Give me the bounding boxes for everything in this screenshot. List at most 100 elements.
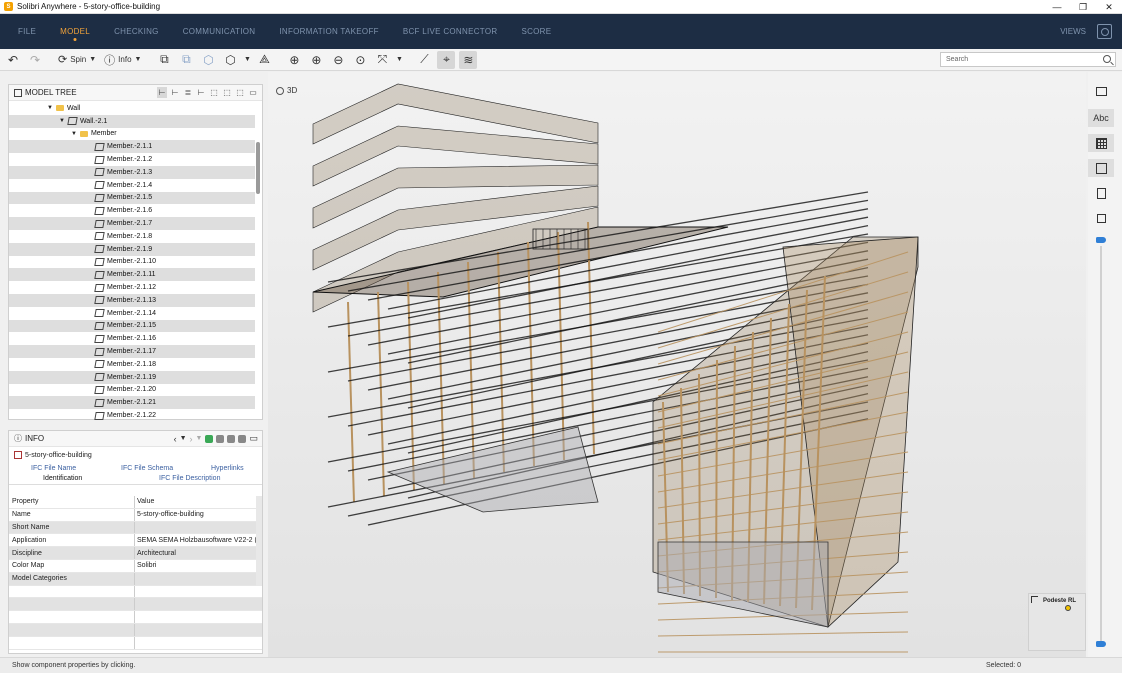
tree-item[interactable]: Member.-2.1.6	[9, 204, 255, 217]
chevron-right-icon[interactable]: ›	[190, 434, 193, 444]
tree-item[interactable]: Member.-2.1.21	[9, 396, 255, 410]
table-row[interactable]	[9, 623, 262, 637]
tree-item[interactable]: Member.-2.1.12	[9, 281, 255, 294]
chevron-left-icon[interactable]: ‹	[174, 434, 177, 444]
slider-bottom-handle[interactable]	[1096, 641, 1106, 647]
tree-item[interactable]: Member.-2.1.18	[9, 358, 255, 371]
table-row[interactable]: Color Map Solibri	[9, 559, 262, 573]
zoom-selected-icon[interactable]: ⊕	[285, 51, 303, 69]
search-input[interactable]: Search	[940, 52, 1116, 67]
menu-score[interactable]: SCORE	[509, 14, 563, 49]
tree-scrollbar[interactable]	[256, 102, 260, 420]
tree-item[interactable]: Member.-2.1.22	[9, 409, 255, 420]
zoom-out-icon[interactable]: ⊖	[329, 51, 347, 69]
measure-icon[interactable]: ⟋	[415, 51, 433, 69]
menu-information-takeoff[interactable]: INFORMATION TAKEOFF	[267, 14, 390, 49]
views-menu[interactable]: VIEWS	[1060, 14, 1086, 49]
restore-icon[interactable]: ❐	[1070, 0, 1096, 14]
tree-item[interactable]: Member.-2.1.7	[9, 217, 255, 230]
table-row[interactable]	[9, 585, 262, 599]
expand-arrow-icon[interactable]: ▼	[71, 131, 77, 137]
export-icon[interactable]	[227, 434, 236, 443]
hide-selected-icon[interactable]: ⧉	[155, 51, 173, 69]
unlock-icon[interactable]	[1088, 209, 1114, 227]
redo-icon[interactable]: ↷	[26, 51, 44, 69]
tab-hyperlinks[interactable]: Hyperlinks	[211, 465, 244, 472]
search-icon[interactable]	[1103, 55, 1111, 63]
storey-slider[interactable]	[1100, 246, 1102, 646]
tree-item[interactable]: Member.-2.1.9	[9, 242, 255, 256]
column-header-value[interactable]: Value	[135, 496, 262, 508]
tree-item[interactable]: Member.-2.1.5	[9, 191, 255, 205]
tree-item[interactable]: Member.-2.1.2	[9, 153, 255, 166]
tree-storey-icon[interactable]: ≣	[183, 87, 193, 98]
table-row[interactable]	[9, 598, 262, 612]
undo-icon[interactable]: ↶	[4, 51, 22, 69]
table-row[interactable]: Name 5-story-office-building	[9, 508, 262, 522]
compare-icon[interactable]	[1088, 159, 1114, 177]
view-cube-icon[interactable]: ⬡	[221, 51, 239, 69]
tree-item[interactable]: Member.-2.1.20	[9, 384, 255, 397]
minimap[interactable]: Podeste RL	[1028, 593, 1086, 651]
tree-item[interactable]: Member.-2.1.1	[9, 140, 255, 154]
chevron-down-icon[interactable]: ▼	[196, 435, 203, 442]
3d-viewport[interactable]: 3D	[268, 72, 1086, 657]
filter-icon[interactable]	[238, 434, 247, 443]
table-row[interactable]	[9, 611, 262, 624]
tab-ifc-file-name[interactable]: IFC File Name	[31, 465, 76, 472]
table-row[interactable]: Short Name	[9, 521, 262, 535]
zoom-fit-icon[interactable]: ⊙	[351, 51, 369, 69]
maximize-icon[interactable]: ▭	[248, 87, 258, 98]
tree-item[interactable]: Member.-2.1.17	[9, 345, 255, 358]
tree-item[interactable]: Member.-2.1.11	[9, 268, 255, 282]
menu-bcf-live-connector[interactable]: BCF LIVE CONNECTOR	[391, 14, 510, 49]
slider-top-handle[interactable]	[1096, 237, 1106, 243]
column-header-property[interactable]: Property	[9, 496, 135, 508]
tree-show-icon[interactable]: ⬚	[235, 87, 245, 98]
tree-item[interactable]: Member.-2.1.10	[9, 256, 255, 269]
select-icon[interactable]	[205, 434, 214, 443]
spin-button[interactable]: ⟳ Spin ▼	[56, 51, 98, 69]
chevron-down-icon[interactable]: ▼	[243, 51, 251, 69]
tree-item[interactable]: Member.-2.1.8	[9, 230, 255, 243]
tab-ifc-file-schema[interactable]: IFC File Schema	[121, 465, 173, 472]
tree-location-icon[interactable]: ⊢	[170, 87, 180, 98]
tree-item[interactable]: Member.-2.1.19	[9, 370, 255, 384]
minimize-icon[interactable]: —	[1044, 0, 1070, 14]
tree-item[interactable]: ▼ Member	[9, 128, 255, 141]
tab-ifc-file-description[interactable]: IFC File Description	[159, 475, 220, 482]
chevron-down-icon[interactable]: ▼	[395, 51, 403, 69]
table-row[interactable]: Application SEMA SEMA Holzbausoftware V22…	[9, 534, 262, 548]
tree-view-icon[interactable]: ⊢	[157, 87, 167, 98]
tree-item[interactable]: Member.-2.1.15	[9, 319, 255, 333]
menu-model[interactable]: MODEL	[48, 14, 102, 49]
expand-icon[interactable]	[1031, 596, 1038, 603]
zoom-in-icon[interactable]: ⊕	[307, 51, 325, 69]
tree-item[interactable]: ▼ Wall	[9, 102, 255, 115]
tree-hide-icon[interactable]: ⬚	[222, 87, 232, 98]
tree-copy-icon[interactable]: ⬚	[209, 87, 219, 98]
panel-toggle-icon[interactable]	[1088, 82, 1114, 100]
tree-type-icon[interactable]: ⊢	[196, 87, 206, 98]
pan-icon[interactable]: ⤧	[373, 51, 391, 69]
table-row[interactable]: Discipline Architectural	[9, 547, 262, 560]
tree-item[interactable]: Member.-2.1.13	[9, 293, 255, 307]
isolate-icon[interactable]: ⧉	[177, 51, 195, 69]
grid-icon[interactable]	[1088, 134, 1114, 152]
building-model-3d[interactable]	[268, 72, 1086, 657]
floor-plan-icon[interactable]: ⌖	[437, 50, 456, 69]
info-scrollbar[interactable]	[256, 496, 262, 586]
tab-identification[interactable]: Identification	[43, 475, 82, 482]
menu-communication[interactable]: COMMUNICATION	[171, 14, 268, 49]
copy-icon[interactable]	[216, 434, 225, 443]
tree-item[interactable]: Member.-2.1.14	[9, 307, 255, 320]
table-row[interactable]	[9, 636, 262, 650]
scrollbar-thumb[interactable]	[256, 142, 260, 194]
tree-item[interactable]: Member.-2.1.16	[9, 332, 255, 345]
menu-file[interactable]: FILE	[6, 14, 48, 49]
pdf-icon[interactable]	[1088, 184, 1114, 202]
tree-item[interactable]: ▼ Wall.-2.1	[9, 114, 255, 128]
tree-item[interactable]: Member.-2.1.3	[9, 165, 255, 179]
maximize-icon[interactable]: ▭	[249, 433, 258, 444]
expand-arrow-icon[interactable]: ▼	[59, 118, 65, 124]
